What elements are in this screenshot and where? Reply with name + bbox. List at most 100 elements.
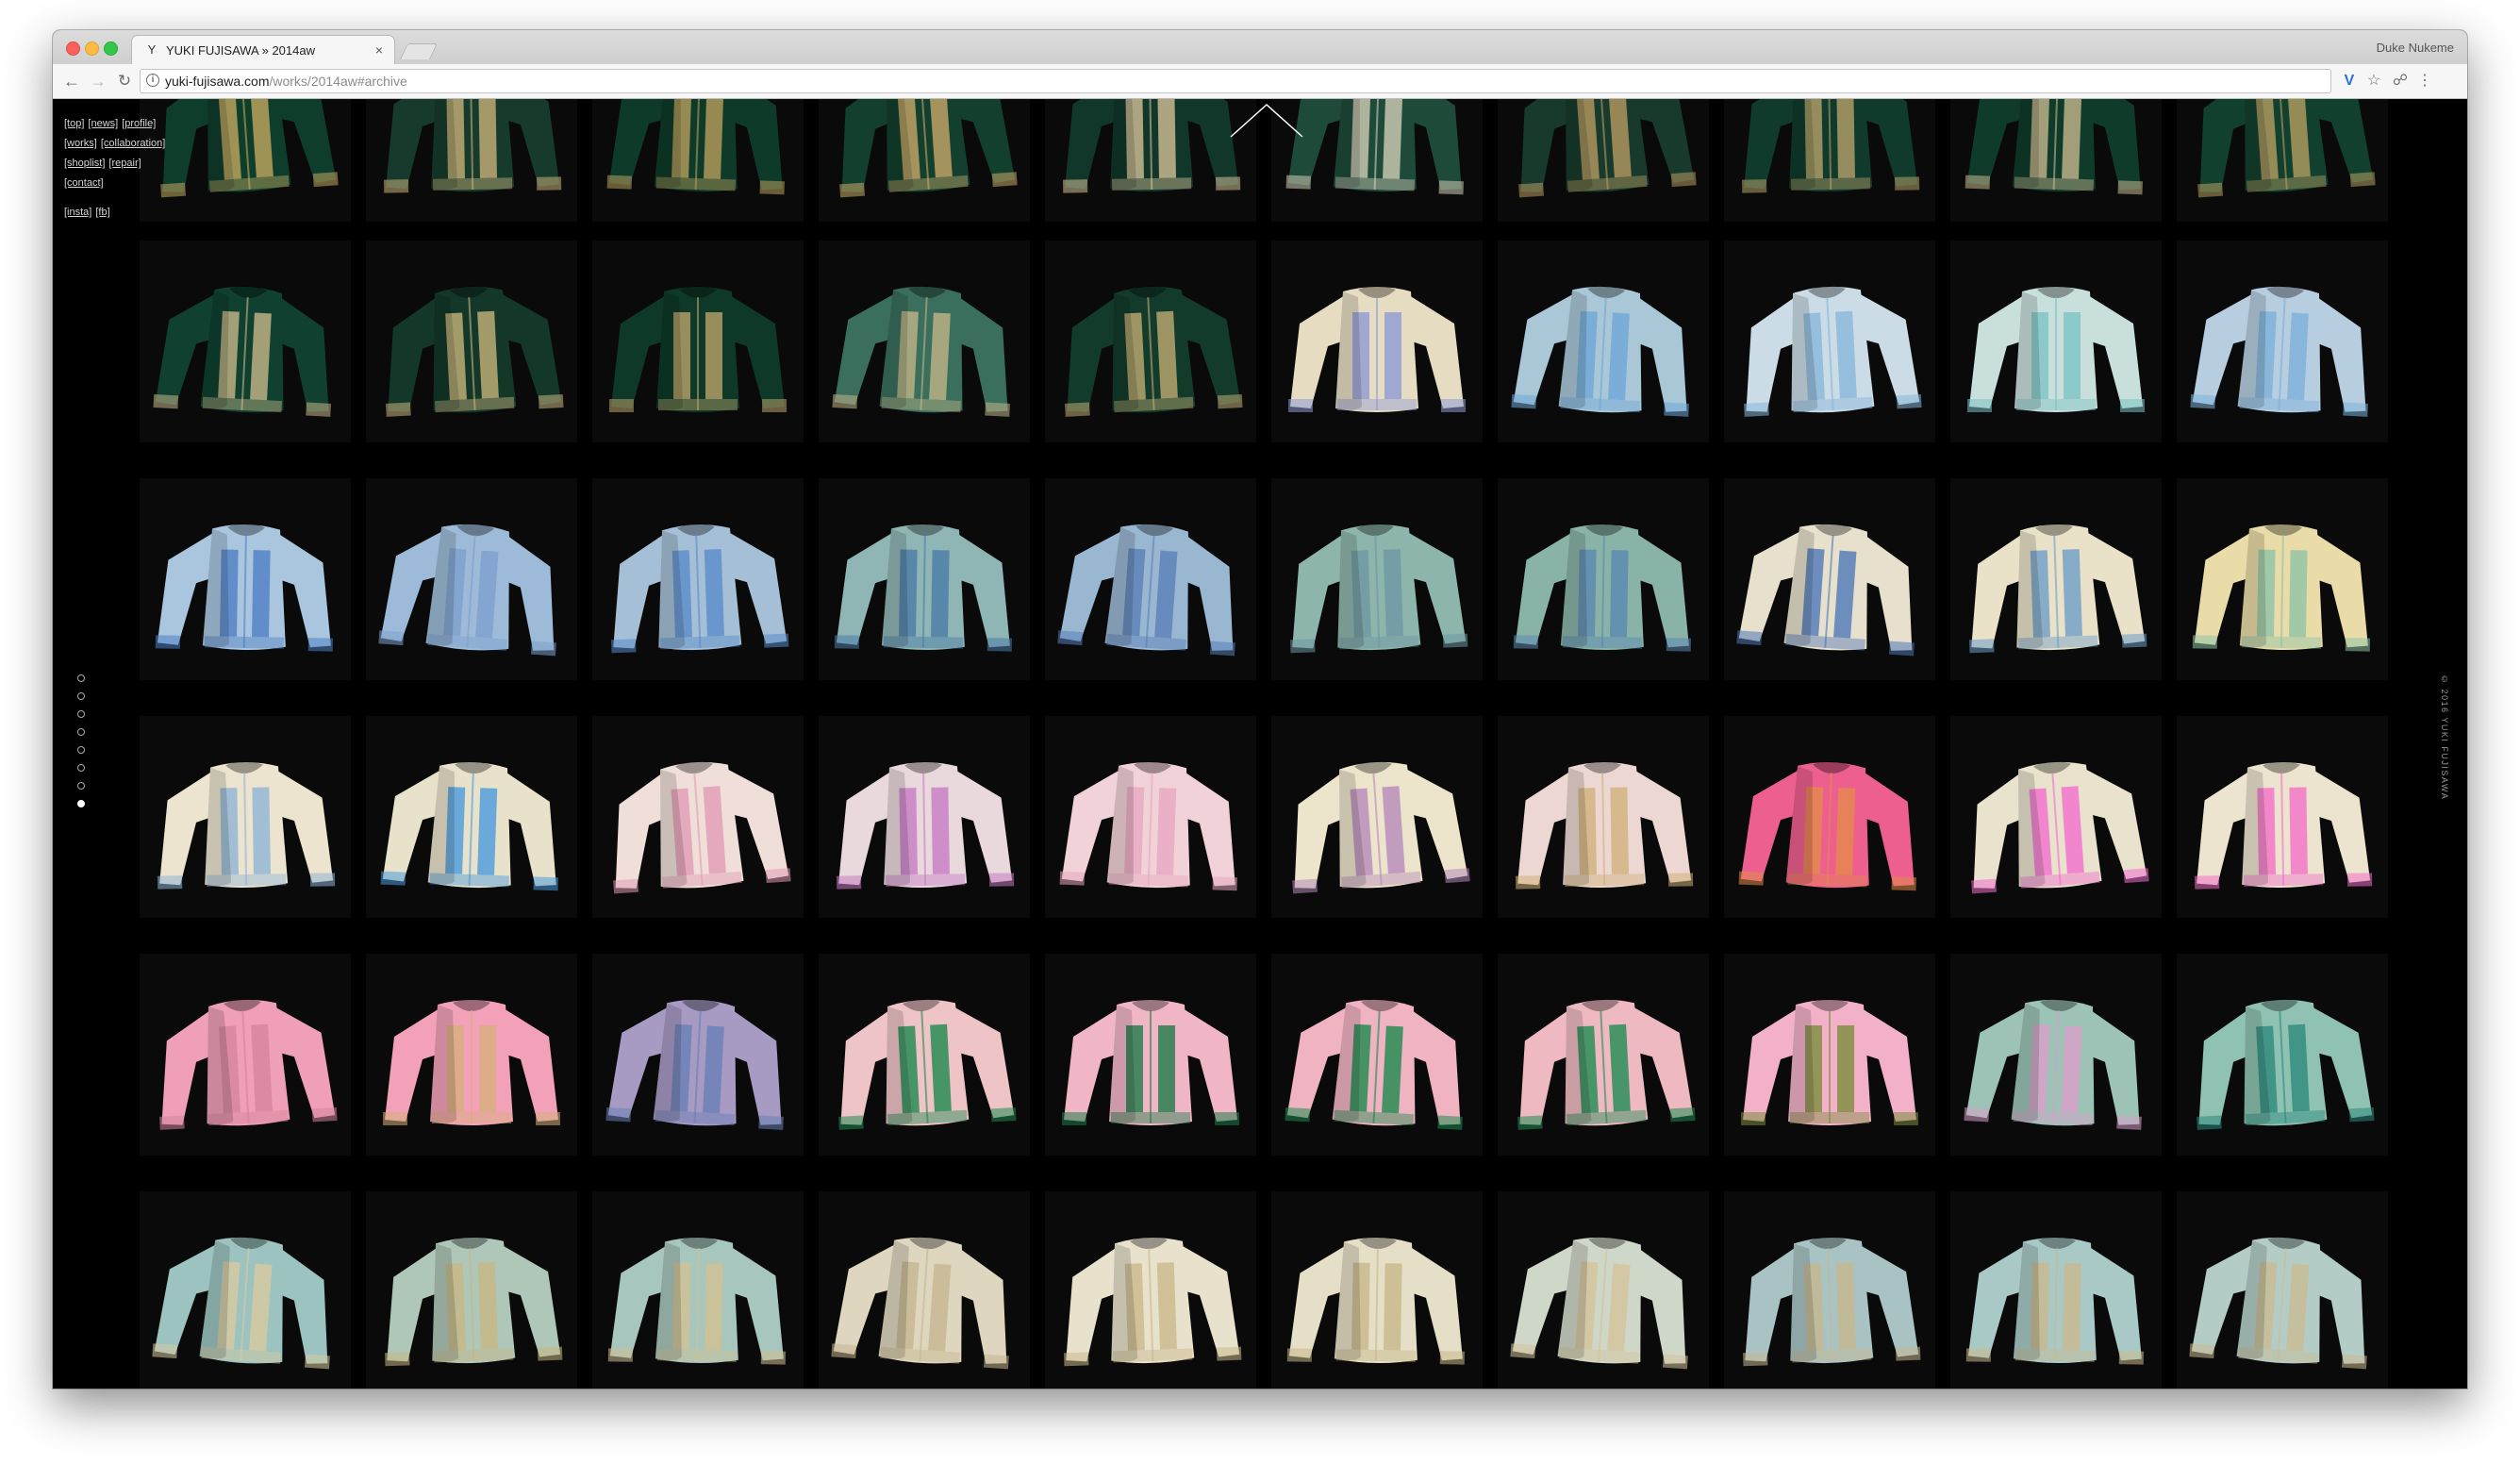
sweater-thumbnail[interactable] [140, 1191, 351, 1389]
sweater-thumbnail[interactable] [819, 478, 1030, 680]
sweater-thumbnail[interactable] [1950, 716, 2162, 918]
page-dot[interactable] [77, 692, 85, 700]
sweater-thumbnail[interactable] [366, 954, 577, 1156]
tab-active[interactable]: Y YUKI FUJISAWA » 2014aw × [132, 36, 394, 64]
forward-arrow-icon[interactable]: → [87, 70, 109, 92]
sweater-thumbnail[interactable] [140, 99, 351, 222]
sweater-thumbnail[interactable] [819, 716, 1030, 918]
sweater-thumbnail[interactable] [819, 1191, 1030, 1389]
sweater-thumbnail[interactable] [1045, 241, 1256, 442]
browser-toolbar: ← → ↻ i yuki-fujisawa.com/works/2014aw#a… [53, 64, 2467, 99]
zoom-window-button[interactable] [104, 42, 118, 56]
sweater-thumbnail[interactable] [366, 1191, 577, 1389]
sweater-thumbnail[interactable] [366, 241, 577, 442]
close-window-button[interactable] [66, 42, 80, 56]
sweater-thumbnail[interactable] [1045, 1191, 1256, 1389]
sweater-thumbnail[interactable] [1045, 716, 1256, 918]
nav-link-repair[interactable]: [repair] [108, 158, 141, 169]
nav-link-news[interactable]: [news] [88, 118, 118, 129]
page-dot[interactable] [77, 710, 85, 718]
shield-icon[interactable]: ☍ [2390, 73, 2411, 90]
page-dot[interactable] [77, 746, 85, 754]
page-dot[interactable] [77, 674, 85, 682]
page-dot[interactable] [77, 800, 85, 807]
sweater-thumbnail[interactable] [1950, 478, 2162, 680]
nav-link-insta[interactable]: [insta] [64, 207, 91, 218]
back-arrow-icon[interactable]: ← [60, 70, 83, 92]
sweater-thumbnail[interactable] [1271, 954, 1483, 1156]
sweater-thumbnail[interactable] [592, 716, 804, 918]
nav-link-works[interactable]: [works] [64, 138, 97, 149]
nav-link-contact[interactable]: [contact] [64, 177, 104, 189]
sweater-thumbnail[interactable] [366, 716, 577, 918]
sweater-image [1967, 286, 2145, 412]
nav-link-profile[interactable]: [profile] [122, 118, 156, 129]
sweater-thumbnail[interactable] [2177, 241, 2388, 442]
sweater-thumbnail[interactable] [1271, 478, 1483, 680]
sweater-thumbnail[interactable] [1498, 954, 1709, 1156]
sweater-thumbnail[interactable] [140, 716, 351, 918]
sweater-thumbnail[interactable] [1271, 1191, 1483, 1389]
sweater-thumbnail[interactable] [819, 241, 1030, 442]
sweater-thumbnail[interactable] [1498, 99, 1709, 222]
sweater-thumbnail[interactable] [1724, 478, 1935, 680]
sweater-thumbnail[interactable] [2177, 478, 2388, 680]
sweater-thumbnail[interactable] [1724, 1191, 1935, 1389]
nav-link-shoplist[interactable]: [shoplist] [64, 158, 105, 169]
sweater-thumbnail[interactable] [140, 478, 351, 680]
nav-link-fb[interactable]: [fb] [95, 207, 109, 218]
reload-icon[interactable]: ↻ [113, 70, 136, 92]
sweater-thumbnail[interactable] [819, 954, 1030, 1156]
sweater-thumbnail[interactable] [1045, 99, 1256, 222]
vpn-extension-icon[interactable]: V [2339, 73, 2360, 90]
sweater-thumbnail[interactable] [2177, 1191, 2388, 1389]
sweater-thumbnail[interactable] [1950, 99, 2162, 222]
sweater-thumbnail[interactable] [1724, 99, 1935, 222]
sweater-thumbnail[interactable] [2177, 99, 2388, 222]
sweater-thumbnail[interactable] [140, 954, 351, 1156]
sweater-thumbnail[interactable] [819, 99, 1030, 222]
page-dot[interactable] [77, 764, 85, 772]
nav-link-top[interactable]: [top] [64, 118, 84, 129]
sweater-thumbnail[interactable] [1045, 478, 1256, 680]
sweater-thumbnail[interactable] [1271, 716, 1483, 918]
profile-name[interactable]: Duke Nukeme [2377, 41, 2454, 55]
info-icon[interactable]: i [146, 74, 159, 87]
sweater-thumbnail[interactable] [1950, 1191, 2162, 1389]
sweater-thumbnail[interactable] [1724, 241, 1935, 442]
star-icon[interactable]: ☆ [2363, 73, 2384, 90]
sweater-thumbnail[interactable] [592, 478, 804, 680]
sweater-image [1057, 524, 1235, 657]
sweater-thumbnail[interactable] [592, 1191, 804, 1389]
sweater-thumbnail[interactable] [592, 954, 804, 1156]
sweater-thumbnail[interactable] [1271, 241, 1483, 442]
sweater-thumbnail[interactable] [592, 99, 804, 222]
sweater-thumbnail[interactable] [1950, 241, 2162, 442]
kebab-menu-icon[interactable]: ⋮ [2414, 73, 2435, 90]
sweater-thumbnail[interactable] [2177, 716, 2388, 918]
sweater-image [385, 1237, 563, 1367]
nav-link-collaboration[interactable]: [collaboration] [101, 138, 166, 149]
sweater-thumbnail[interactable] [1498, 716, 1709, 918]
sweater-thumbnail[interactable] [1045, 954, 1256, 1156]
sweater-thumbnail[interactable] [1724, 954, 1935, 1156]
close-tab-icon[interactable]: × [375, 42, 383, 58]
sweater-thumbnail[interactable] [366, 99, 577, 222]
sweater-thumbnail[interactable] [1498, 1191, 1709, 1389]
sweater-thumbnail[interactable] [2177, 954, 2388, 1156]
page-dot[interactable] [77, 728, 85, 736]
minimize-window-button[interactable] [85, 42, 99, 56]
sweater-thumbnail[interactable] [1498, 241, 1709, 442]
address-bar[interactable]: i yuki-fujisawa.com/works/2014aw#archive [140, 69, 2331, 93]
new-tab-button[interactable] [400, 43, 438, 59]
sweater-thumbnail[interactable] [1950, 954, 2162, 1156]
sweater-thumbnail[interactable] [1724, 716, 1935, 918]
sweater-thumbnail[interactable] [1498, 478, 1709, 680]
sweater-image [1065, 286, 1243, 417]
sweater-thumbnail[interactable] [592, 241, 804, 442]
scroll-up-chevron-icon[interactable] [1229, 103, 1304, 141]
sweater-thumbnail[interactable] [140, 241, 351, 442]
page-dot[interactable] [77, 782, 85, 790]
url-text[interactable]: yuki-fujisawa.com/works/2014aw#archive [165, 74, 407, 89]
sweater-thumbnail[interactable] [366, 478, 577, 680]
